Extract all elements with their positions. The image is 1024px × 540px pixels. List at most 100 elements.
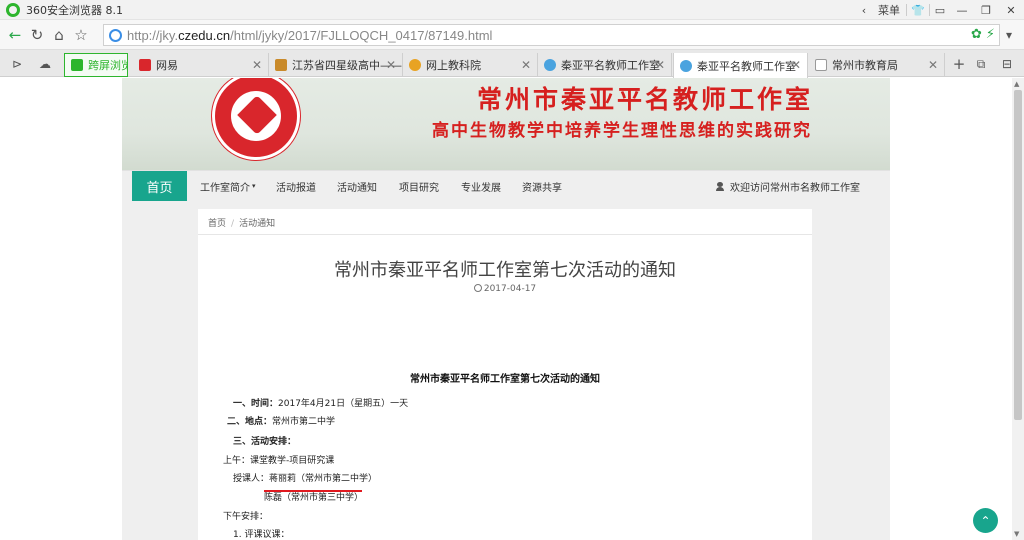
sidebar-toggle-icon[interactable]: ⊳: [6, 53, 28, 75]
welcome-label: 欢迎访问常州市名教师工作室: [730, 182, 860, 194]
close-tab-icon[interactable]: ✕: [655, 58, 665, 72]
caret-down-icon: ▾: [252, 182, 256, 190]
article-date: 2017-04-17: [198, 284, 812, 294]
date-text: 2017-04-17: [483, 284, 537, 294]
close-tab-icon[interactable]: ✕: [386, 58, 396, 72]
clock-icon: [473, 284, 482, 292]
nav-label: 工作室简介: [200, 182, 250, 194]
menu-button[interactable]: 菜单: [872, 0, 906, 20]
doc-label: 二、地点：: [227, 417, 273, 427]
chevron-left-icon[interactable]: ‹: [856, 0, 872, 20]
academy-favicon-icon: [409, 59, 421, 71]
tab-bar: ⊳ ☁ 跨屏浏览 网易 ✕ 江苏省四星级高中—— ✕ 网上教科院 ✕ 秦亚平名教…: [0, 50, 1024, 78]
web-page: 常州市秦亚平名教师工作室 高中生物教学中培养学生理性思维的实践研究 首页 工作室…: [0, 78, 1012, 540]
doc-teacher-line: 授课人：蒋丽莉（常州市第二中学）: [233, 474, 378, 484]
favorite-star-icon[interactable]: ☆: [70, 24, 92, 46]
tab-cross-screen[interactable]: 跨屏浏览: [64, 53, 128, 77]
browser-logo-icon: [6, 2, 20, 17]
doc-review-line: 1. 评课议课：: [233, 530, 290, 540]
close-tab-icon[interactable]: ✕: [252, 58, 262, 72]
tab-jiangsu-school[interactable]: 江苏省四星级高中—— ✕: [269, 53, 403, 77]
url-bar-icons: ✿ ⚡: [971, 27, 995, 42]
tab-label: 跨屏浏览: [88, 59, 128, 72]
red-underline-annotation: [264, 490, 362, 492]
doc-morning-line: 上午：课堂教学-项目研究课: [223, 456, 335, 466]
dropdown-arrow-icon[interactable]: ▾: [998, 24, 1020, 46]
lightning-icon[interactable]: ⚡: [986, 27, 995, 42]
url-text[interactable]: http://jky.czedu.cn/html/jyky/2017/FJLLO…: [127, 28, 492, 43]
nav-item-reports[interactable]: 活动报道: [276, 171, 316, 201]
doc-label: 三、活动安排：: [233, 437, 297, 447]
tab-label: 网易: [156, 59, 178, 72]
site-title: 常州市秦亚平名教师工作室: [477, 85, 814, 114]
close-tab-icon[interactable]: ✕: [521, 58, 531, 72]
studio-favicon-icon: [544, 59, 556, 71]
breadcrumb-current[interactable]: 活动通知: [239, 219, 275, 229]
refresh-button[interactable]: ↻: [26, 24, 48, 46]
close-tab-icon[interactable]: ✕: [928, 58, 938, 72]
breadcrumb-home-link[interactable]: 首页: [208, 219, 226, 229]
close-tab-icon[interactable]: ✕: [791, 58, 801, 72]
close-window-button[interactable]: ✕: [998, 0, 1024, 20]
tab-label: 网上教科院: [426, 59, 481, 72]
school-favicon-icon: [275, 59, 287, 71]
doc-text: 2017年4月21日（星期五）一天: [278, 399, 409, 409]
welcome-text: 欢迎访问常州市名教师工作室: [716, 171, 860, 201]
back-button[interactable]: ←: [4, 24, 26, 46]
tab-label: 秦亚平名教师工作室: [697, 59, 796, 73]
article-title: 常州市秦亚平名师工作室第七次活动的通知: [334, 260, 676, 281]
window-title: 360安全浏览器 8.1: [26, 3, 123, 17]
security-shield-icon[interactable]: ✿: [971, 27, 982, 42]
nav-item-research[interactable]: 项目研究: [399, 171, 439, 201]
new-tab-button[interactable]: +: [948, 53, 970, 75]
back-to-top-button[interactable]: ⌃: [973, 508, 998, 533]
scroll-up-icon[interactable]: ▲: [1014, 80, 1019, 88]
site-banner: 常州市秦亚平名教师工作室 高中生物教学中培养学生理性思维的实践研究: [122, 78, 890, 170]
tab-online-academy[interactable]: 网上教科院 ✕: [403, 53, 538, 77]
tab-label: 秦亚平名教师工作室: [561, 59, 660, 72]
user-icon: [716, 181, 724, 191]
studio-favicon-icon: [680, 59, 692, 72]
document-title: 常州市秦亚平名师工作室第七次活动的通知: [410, 374, 600, 385]
site-nav: 首页 工作室简介 ▾ 活动报道 活动通知 项目研究 专业发展 资源共享 欢迎访问常…: [122, 170, 890, 214]
tab-studio-1[interactable]: 秦亚平名教师工作室 ✕: [538, 53, 672, 77]
nav-home[interactable]: 首页: [132, 171, 187, 201]
nav-item-notices[interactable]: 活动通知: [337, 171, 377, 201]
shirt-icon[interactable]: 👕: [907, 0, 929, 20]
scrollbar[interactable]: ▲ ▼: [1012, 78, 1024, 540]
home-button[interactable]: ⌂: [48, 24, 70, 46]
nav-item-development[interactable]: 专业发展: [461, 171, 501, 201]
restore-tabs-icon[interactable]: ⧉: [970, 53, 992, 75]
doc-time-line: 一、时间：2017年4月21日（星期五）一天: [233, 396, 408, 409]
site-subtitle: 高中生物教学中培养学生理性思维的实践研究: [432, 121, 812, 141]
tab-list-icon[interactable]: ⊟: [996, 53, 1018, 75]
tab-studio-active[interactable]: 秦亚平名教师工作室 ✕: [673, 53, 808, 78]
restore-small-icon[interactable]: ▭: [930, 0, 950, 20]
nav-item-resources[interactable]: 资源共享: [522, 171, 562, 201]
minimize-button[interactable]: —: [950, 0, 974, 20]
phone-icon: [71, 59, 83, 71]
cloud-icon[interactable]: ☁: [34, 53, 56, 75]
doc-label: 一、时间：: [233, 399, 279, 409]
doc-schedule-line: 三、活动安排：: [233, 434, 296, 447]
scrollbar-thumb[interactable]: [1014, 90, 1022, 420]
browser-title-bar: 360安全浏览器 8.1 ‹ 菜单 👕 ▭ — ❐ ✕: [0, 0, 1024, 20]
breadcrumb: 首页 / 活动通知: [208, 216, 275, 229]
tab-label: 常州市教育局: [832, 59, 898, 72]
studio-emblem-logo: [212, 78, 300, 160]
url-bar[interactable]: http://jky.czedu.cn/html/jyky/2017/FJLLO…: [103, 24, 1000, 46]
maximize-button[interactable]: ❐: [974, 0, 998, 20]
doc-location-line: 二、地点：常州市第二中学: [227, 414, 335, 427]
divider: [198, 234, 812, 235]
page-favicon-icon: [815, 59, 827, 71]
tab-education-bureau[interactable]: 常州市教育局 ✕: [809, 53, 945, 77]
netease-favicon-icon: [139, 59, 151, 71]
globe-icon: [109, 28, 122, 42]
chevron-up-icon: ⌃: [980, 513, 991, 528]
scroll-down-icon[interactable]: ▼: [1014, 530, 1019, 538]
nav-item-studio-intro[interactable]: 工作室简介 ▾: [200, 171, 256, 201]
address-toolbar: ← ↻ ⌂ ☆ http://jky.czedu.cn/html/jyky/20…: [0, 20, 1024, 50]
doc-afternoon-line: 下午安排：: [223, 512, 269, 522]
window-controls: ‹ 菜单 👕 ▭ — ❐ ✕: [856, 0, 1024, 20]
tab-netease[interactable]: 网易 ✕: [133, 53, 269, 77]
